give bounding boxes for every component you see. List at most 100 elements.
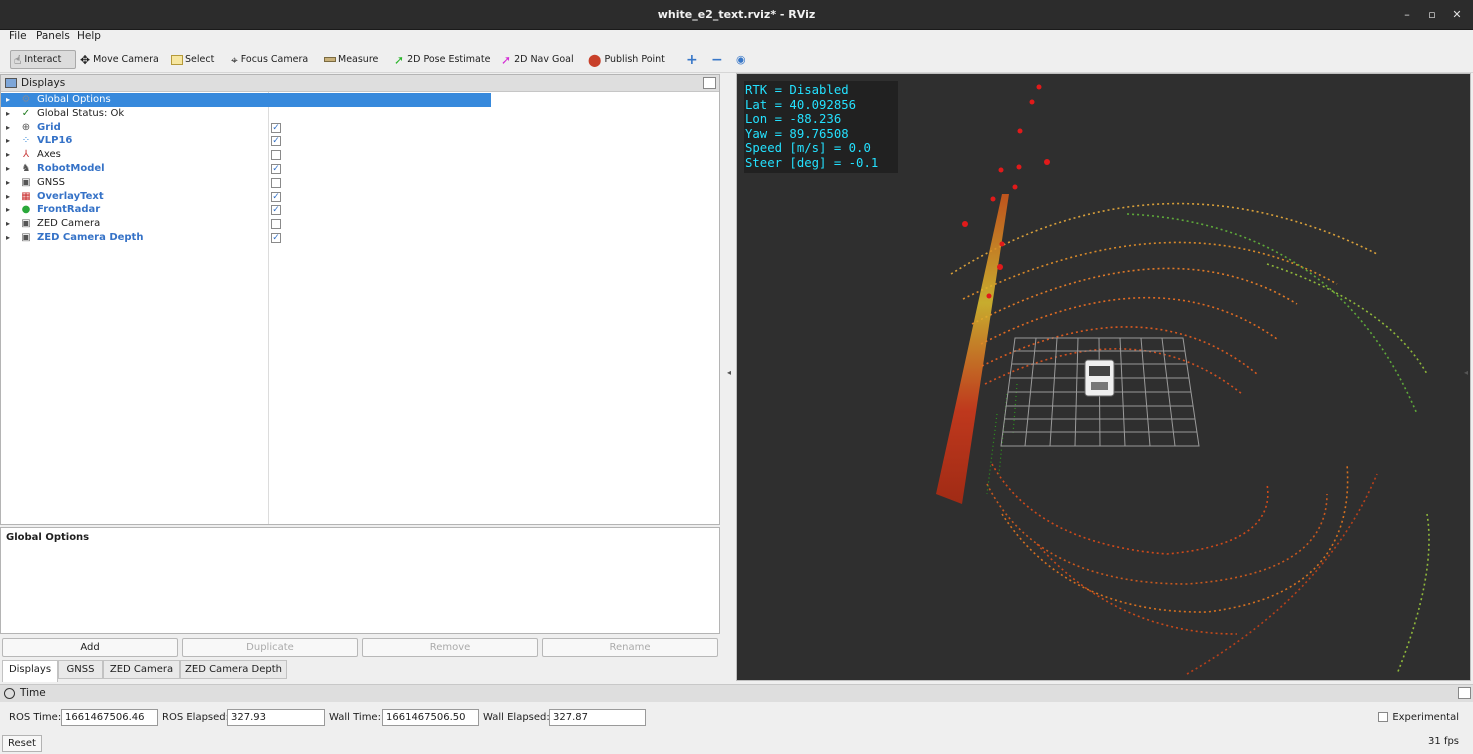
menu-help[interactable]: Help xyxy=(77,30,101,43)
expand-arrow-icon[interactable]: ▸ xyxy=(6,95,10,104)
menu-panels[interactable]: Panels xyxy=(36,30,70,43)
undock-time-icon[interactable] xyxy=(1458,687,1471,699)
tab-gnss[interactable]: GNSS xyxy=(58,660,103,679)
display-row-frontradar[interactable]: ▸ ● FrontRadar ✓ xyxy=(1,203,719,217)
time-panel-title: Time xyxy=(20,687,46,699)
vehicle-model xyxy=(1084,359,1115,397)
pose-estimate-label: 2D Pose Estimate xyxy=(407,54,491,65)
menu-file[interactable]: File xyxy=(9,30,27,43)
duplicate-button[interactable]: Duplicate xyxy=(182,638,358,657)
display-enable-checkbox[interactable]: ✓ xyxy=(271,205,281,216)
measure-tool-button[interactable]: Measure xyxy=(321,50,381,69)
display-enable-checkbox[interactable]: ✓ xyxy=(271,233,281,243)
gear-icon: ⚙ xyxy=(21,94,31,105)
grid-icon: ⊕ xyxy=(21,121,31,133)
display-row-global-options[interactable]: ▸ ⚙ Global Options xyxy=(1,93,719,107)
reset-button[interactable]: Reset xyxy=(2,735,42,752)
window-title: white_e2_text.rviz* - RViz xyxy=(657,8,816,21)
display-enable-checkbox[interactable]: ✓ xyxy=(271,136,281,147)
expand-arrow-icon[interactable]: ▸ xyxy=(6,205,10,214)
tab-zed-camera[interactable]: ZED Camera xyxy=(103,660,180,679)
expand-arrow-icon[interactable]: ▸ xyxy=(6,109,10,118)
remove-tool-icon[interactable]: − xyxy=(708,50,726,69)
expand-arrow-icon[interactable]: ▸ xyxy=(6,123,10,132)
display-enable-checkbox[interactable] xyxy=(271,150,281,161)
displays-panel: Displays ▸ ⚙ Global Options ▸ ✓ Global Status… xyxy=(0,74,720,525)
display-label: GNSS xyxy=(37,176,65,188)
pointcloud-icon: ⁘ xyxy=(21,135,31,147)
display-row-gnss[interactable]: ▸ ▣ GNSS xyxy=(1,176,719,190)
display-row-zed-camera[interactable]: ▸ ▣ ZED Camera xyxy=(1,217,719,231)
rename-button[interactable]: Rename xyxy=(542,638,718,657)
ros-elapsed-field[interactable]: 327.93 xyxy=(227,709,325,726)
select-tool-button[interactable]: Select xyxy=(168,50,217,69)
image-icon: ▣ xyxy=(21,232,31,243)
display-enable-checkbox[interactable] xyxy=(271,177,281,188)
display-row-global-status-ok[interactable]: ▸ ✓ Global Status: Ok xyxy=(1,107,719,121)
expand-arrow-icon[interactable]: ▸ xyxy=(6,178,10,187)
display-label: ZED Camera Depth xyxy=(37,232,144,243)
publish-point-tool-button[interactable]: ⬤ Publish Point xyxy=(585,50,668,69)
pose-estimate-tool-button[interactable]: ➚ 2D Pose Estimate xyxy=(391,50,493,69)
close-icon[interactable]: ✕ xyxy=(1449,7,1465,23)
display-label: FrontRadar xyxy=(37,204,101,216)
right-splitter-handle[interactable]: ◂ xyxy=(1464,368,1468,377)
display-label: Global Status: Ok xyxy=(37,107,125,119)
interact-tool-button[interactable]: ☝ Interact xyxy=(10,50,76,69)
clock-icon xyxy=(4,688,15,699)
move-camera-tool-button[interactable]: ✥ Move Camera xyxy=(77,50,162,69)
nav-goal-tool-button[interactable]: ➚ 2D Nav Goal xyxy=(498,50,577,69)
overlay-line-steer: Steer [deg] = -0.1 xyxy=(745,155,879,170)
display-label: OverlayText xyxy=(37,190,104,202)
focus-camera-tool-button[interactable]: ⌖ Focus Camera xyxy=(228,50,311,69)
focus-icon: ⌖ xyxy=(231,52,238,67)
ros-time-field[interactable]: 1661467506.46 xyxy=(61,709,158,726)
display-row-grid[interactable]: ▸ ⊕ Grid ✓ xyxy=(1,121,719,135)
minimize-icon[interactable]: – xyxy=(1399,7,1415,23)
maximize-icon[interactable]: ▫ xyxy=(1424,7,1440,23)
expand-arrow-icon[interactable]: ▸ xyxy=(6,136,10,145)
overlay-line-speed: Speed [m/s] = 0.0 xyxy=(745,141,871,155)
publish-point-label: Publish Point xyxy=(604,54,665,65)
remove-button[interactable]: Remove xyxy=(362,638,538,657)
display-enable-checkbox[interactable] xyxy=(271,219,281,230)
expand-arrow-icon[interactable]: ▸ xyxy=(6,192,10,201)
tab-displays[interactable]: Displays xyxy=(2,660,58,682)
add-tool-icon[interactable]: + xyxy=(683,50,701,69)
overlay-text-box: RTK = Disabled Lat = 40.092856 Lon = -88… xyxy=(744,81,898,173)
wall-time-field[interactable]: 1661467506.50 xyxy=(382,709,479,726)
wall-elapsed-field[interactable]: 327.87 xyxy=(549,709,646,726)
display-enable-checkbox[interactable]: ✓ xyxy=(271,122,281,133)
overlay-line-yaw: Yaw = 89.76508 xyxy=(745,126,849,141)
select-label: Select xyxy=(185,54,215,65)
display-label: VLP16 xyxy=(37,135,73,147)
expand-arrow-icon[interactable]: ▸ xyxy=(6,233,10,242)
overlay-line-lat: Lat = 40.092856 xyxy=(745,97,857,112)
experimental-checkbox-box[interactable] xyxy=(1378,712,1389,722)
display-row-zed-camera-depth[interactable]: ▸ ▣ ZED Camera Depth ✓ xyxy=(1,231,719,245)
display-enable-checkbox[interactable]: ✓ xyxy=(271,164,281,174)
display-label: Grid xyxy=(37,121,61,133)
expand-arrow-icon[interactable]: ▸ xyxy=(6,219,10,228)
display-row-axes[interactable]: ▸ ⅄ Axes xyxy=(1,148,719,162)
experimental-checkbox[interactable]: Experimental xyxy=(1378,712,1459,723)
display-row-overlaytext[interactable]: ▸ ▦ OverlayText ✓ xyxy=(1,190,719,204)
display-row-robotmodel[interactable]: ▸ ♞ RobotModel ✓ xyxy=(1,162,719,176)
expand-arrow-icon[interactable]: ▸ xyxy=(6,150,10,159)
add-button[interactable]: Add xyxy=(2,638,178,657)
image-icon: ▣ xyxy=(21,218,31,230)
display-row-vlp16[interactable]: ▸ ⁘ VLP16 ✓ xyxy=(1,134,719,148)
undock-icon[interactable] xyxy=(703,77,716,89)
expand-arrow-icon[interactable]: ▸ xyxy=(6,164,10,173)
window-titlebar: white_e2_text.rviz* - RViz – ▫ ✕ xyxy=(0,0,1473,30)
display-enable-checkbox[interactable]: ✓ xyxy=(271,191,281,202)
move-icon: ✥ xyxy=(80,52,91,67)
time-panel: Time ROS Time: 1661467506.46 ROS Elapsed… xyxy=(0,684,1473,754)
property-title: Global Options xyxy=(6,532,90,543)
view-menu-icon[interactable]: ◉ xyxy=(733,50,749,69)
property-description: Global Options xyxy=(0,527,720,634)
tab-zed-camera-depth[interactable]: ZED Camera Depth xyxy=(180,660,287,679)
green-arrow-icon: ➚ xyxy=(394,52,405,67)
left-splitter-handle[interactable]: ◂ xyxy=(727,368,731,377)
3d-viewport[interactable]: RTK = Disabled Lat = 40.092856 Lon = -88… xyxy=(736,73,1471,681)
